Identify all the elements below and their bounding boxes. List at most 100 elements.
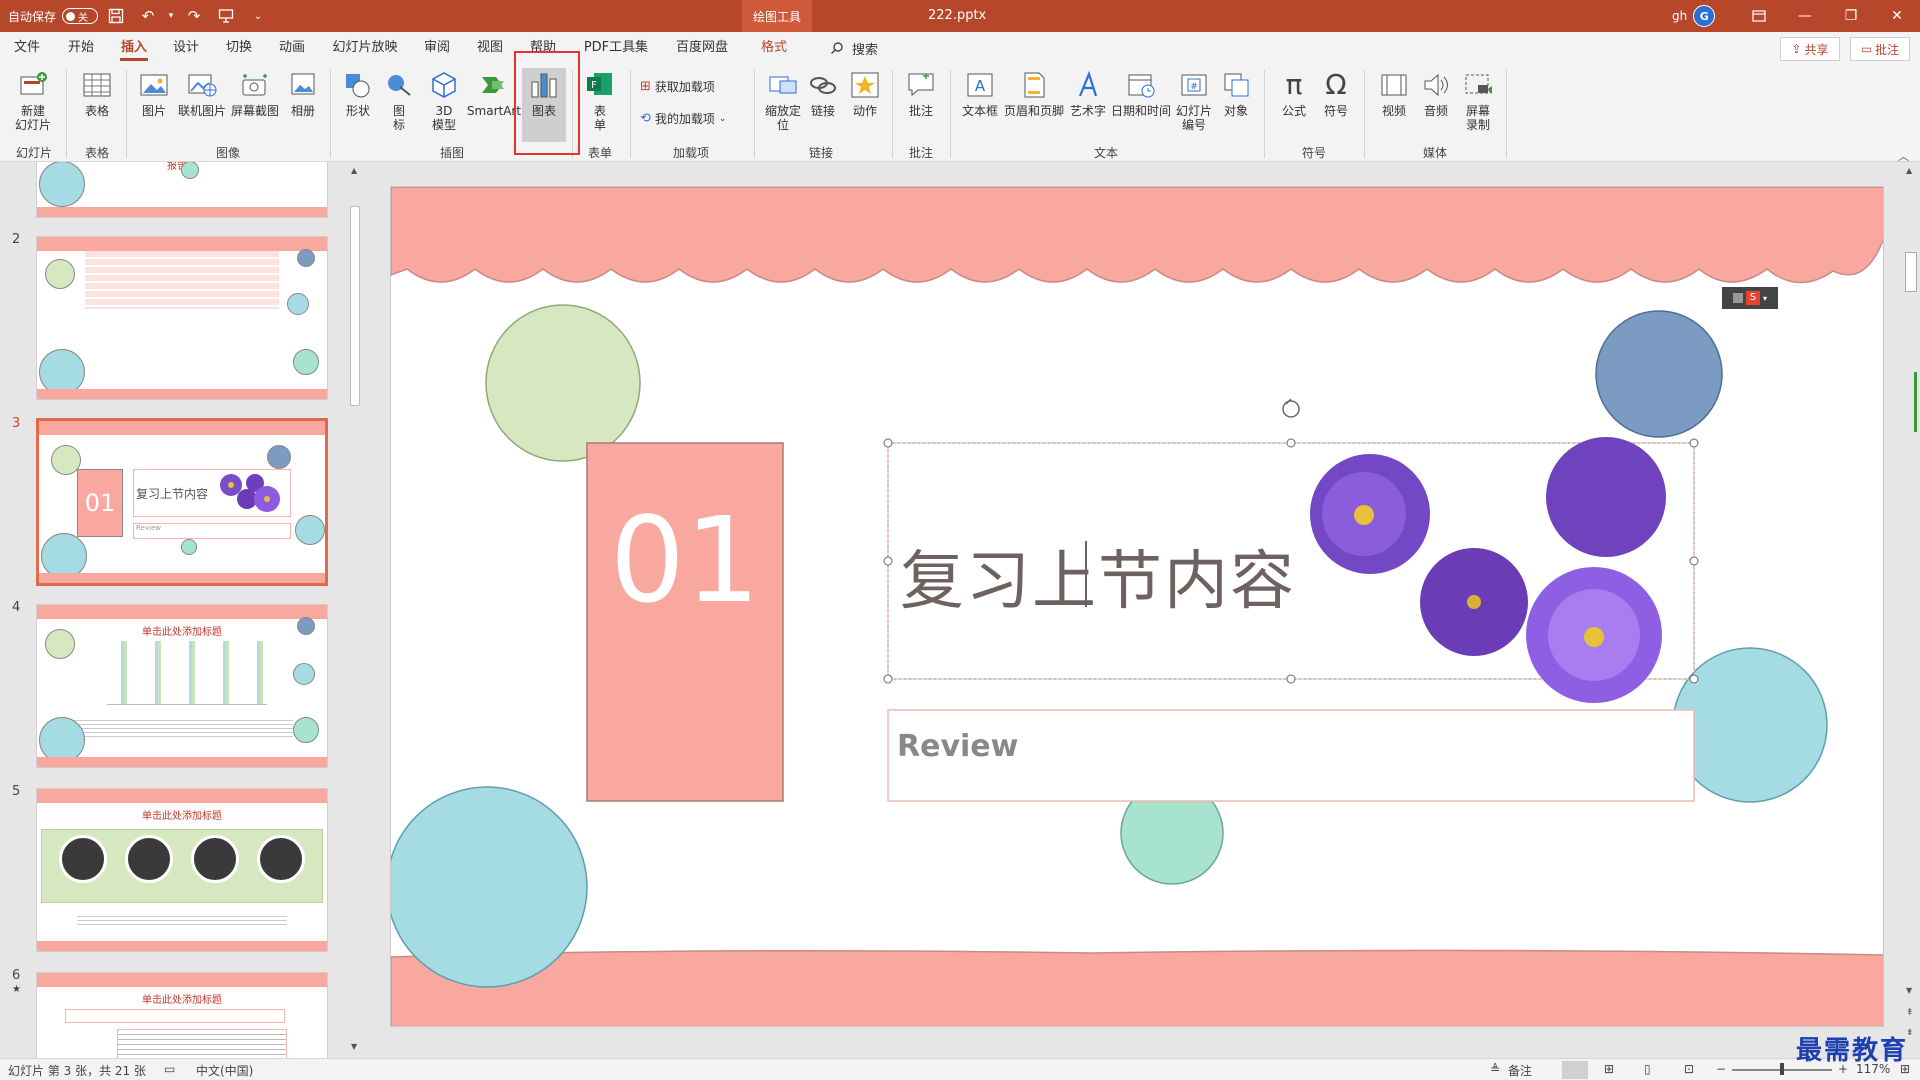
online-picture-button[interactable]: 联机图片 — [178, 68, 226, 118]
undo-icon[interactable]: ↶ — [134, 0, 162, 32]
table-label: 表格 — [84, 104, 109, 118]
ribbon-separator — [1264, 70, 1265, 158]
shapes-button[interactable]: 形状 — [340, 68, 376, 118]
tab-view[interactable]: 视图 — [477, 32, 503, 64]
symbol-button[interactable]: Ω 符号 — [1318, 68, 1354, 119]
audio-button[interactable]: 音频 — [1418, 68, 1454, 118]
thumbnail-number: 4 — [12, 600, 21, 615]
spellcheck-icon[interactable]: ▭ — [164, 1062, 175, 1076]
notes-button[interactable]: 备注 — [1508, 1062, 1532, 1079]
thumbnail-scrollbar[interactable]: ▲ ▼ — [348, 162, 362, 1058]
slide-sorter-icon[interactable]: ⊞ — [1604, 1062, 1614, 1076]
slide-title[interactable]: 复习上节内容 — [900, 530, 1296, 622]
thumbnail-title: 单击此处添加标题 — [142, 811, 222, 822]
video-button[interactable]: 视频 — [1374, 68, 1414, 118]
thumbnail-slide-3[interactable]: 01 复习上节内容 Review — [36, 418, 328, 586]
wordart-label: 艺术字 — [1069, 104, 1106, 118]
zoom-slider-indicator — [1903, 372, 1917, 432]
save-icon[interactable] — [102, 0, 130, 32]
slide-subtitle[interactable]: Review — [897, 729, 1018, 764]
screenshot-label: 屏幕截图 — [230, 104, 279, 118]
textbox-button[interactable]: A 文本框 — [958, 68, 1002, 118]
object-button[interactable]: 对象 — [1218, 68, 1254, 118]
normal-view-icon[interactable] — [1562, 1061, 1588, 1079]
slideshow-icon[interactable]: ⊡ — [1684, 1062, 1694, 1076]
date-time-button[interactable]: 日期和时间 — [1110, 68, 1172, 118]
scroll-up-icon[interactable]: ▲ — [1906, 166, 1912, 175]
scrollbar-thumb[interactable] — [1905, 252, 1917, 292]
comment-icon: ▭ — [1860, 42, 1873, 56]
tab-format[interactable]: 格式 — [760, 32, 788, 64]
scroll-down-icon[interactable]: ▼ — [351, 1042, 357, 1051]
zoom-out-icon[interactable]: − — [1716, 1062, 1726, 1076]
thumbnail-slide-4[interactable]: 单击此处添加标题 — [36, 604, 328, 768]
tab-transitions[interactable]: 切换 — [226, 32, 252, 64]
header-footer-button[interactable]: 页眉和页脚 — [1002, 68, 1066, 118]
thumbnail-title: 单击此处添加标题 — [142, 995, 222, 1006]
slide-scrollbar[interactable]: ▲ ▼ ⇞ ⇟ — [1902, 162, 1920, 1058]
thumbnail-slide-2[interactable] — [36, 236, 328, 400]
share-button[interactable]: ⇪ 共享 — [1780, 37, 1840, 61]
minimize-icon[interactable]: — — [1782, 0, 1828, 32]
comments-button[interactable]: ▭ 批注 — [1850, 37, 1910, 61]
slide-count: 幻灯片 第 3 张，共 21 张 — [8, 1064, 146, 1078]
user-account[interactable]: gh G — [1672, 0, 1716, 32]
new-slide-label: 新建 幻灯片 — [14, 104, 51, 132]
restore-icon[interactable]: ❐ — [1828, 0, 1874, 32]
tab-slideshow[interactable]: 幻灯片放映 — [332, 32, 398, 64]
thumb-circle — [295, 515, 325, 545]
scrollbar-thumb[interactable] — [350, 206, 360, 406]
slide-number-icon: # — [1177, 68, 1211, 102]
thumbnail-slide-5[interactable]: 单击此处添加标题 — [36, 788, 328, 952]
redo-icon[interactable]: ↷ — [180, 0, 208, 32]
thumbnail-slide-1[interactable]: 报告人 — [36, 162, 328, 218]
group-slides-label: 幻灯片 — [15, 146, 52, 160]
my-addins-button[interactable]: ⟲ 我的加载项 ⌄ — [640, 110, 726, 127]
tab-home[interactable]: 开始 — [68, 32, 94, 64]
icons-button[interactable]: 图 标 — [384, 68, 414, 132]
reading-view-icon[interactable]: ▯ — [1644, 1062, 1651, 1076]
input-method-toolbar[interactable]: S ▾ — [1722, 287, 1778, 309]
tab-pdf-tools[interactable]: PDF工具集 — [583, 32, 649, 64]
photo-album-label: 相册 — [290, 104, 315, 118]
screenshot-button[interactable]: 屏幕截图 — [230, 68, 280, 118]
comment-button[interactable]: 批注 — [904, 68, 938, 118]
thumbnail-slide-6[interactable]: 单击此处添加标题 — [36, 972, 328, 1058]
get-addins-button[interactable]: ⊞ 获取加载项 — [640, 78, 715, 95]
zoom-button[interactable]: 缩放定 位 — [760, 68, 806, 132]
3d-models-button[interactable]: 3D 模型 — [424, 68, 464, 132]
autosave-toggle[interactable]: 关 — [62, 8, 99, 24]
svg-text:A: A — [975, 77, 986, 95]
zoom-slider-handle[interactable] — [1780, 1063, 1784, 1075]
thumb-circle — [181, 162, 199, 179]
link-button[interactable]: 链接 — [808, 68, 838, 118]
tab-animations[interactable]: 动画 — [279, 32, 305, 64]
language-indicator[interactable]: 中文(中国) — [196, 1062, 253, 1079]
action-button[interactable]: 动作 — [848, 68, 882, 118]
photo-album-button[interactable]: 相册 — [286, 68, 320, 118]
tab-baidu-netdisk[interactable]: 百度网盘 — [675, 32, 729, 64]
tab-review[interactable]: 审阅 — [424, 32, 450, 64]
forms-button[interactable]: F 表 单 — [582, 68, 618, 132]
wordart-button[interactable]: 艺术字 — [1068, 68, 1108, 118]
scroll-up-icon[interactable]: ▲ — [351, 166, 357, 175]
tab-file[interactable]: 文件 — [14, 32, 40, 64]
new-slide-button[interactable]: 新建 幻灯片 — [8, 68, 58, 132]
title-bar: 自动保存 关 ↶ ▾ ↷ ⌄ 绘图工具 222.pptx gh G — ❐ ✕ — [0, 0, 1920, 32]
ribbon-display-icon[interactable] — [1736, 0, 1782, 32]
equation-button[interactable]: π 公式 — [1274, 68, 1314, 119]
picture-button[interactable]: 图片 — [136, 68, 172, 118]
3d-models-label: 3D 模型 — [431, 104, 456, 132]
tab-design[interactable]: 设计 — [173, 32, 199, 64]
screen-recording-button[interactable]: 屏幕 录制 — [1460, 68, 1496, 132]
previous-slide-icon[interactable]: ⇞ — [1906, 1008, 1914, 1018]
scroll-down-icon[interactable]: ▼ — [1906, 986, 1912, 995]
dropdown-icon[interactable]: ▾ — [166, 0, 176, 32]
close-icon[interactable]: ✕ — [1874, 0, 1920, 32]
table-button[interactable]: 表格 — [76, 68, 118, 118]
slide-number-button[interactable]: # 幻灯片 编号 — [1174, 68, 1214, 132]
search-box[interactable]: 搜索 — [830, 32, 878, 64]
customize-qat-icon[interactable]: ⌄ — [244, 0, 272, 32]
presentation-icon[interactable] — [212, 0, 240, 32]
tab-insert[interactable]: 插入 — [120, 32, 148, 64]
